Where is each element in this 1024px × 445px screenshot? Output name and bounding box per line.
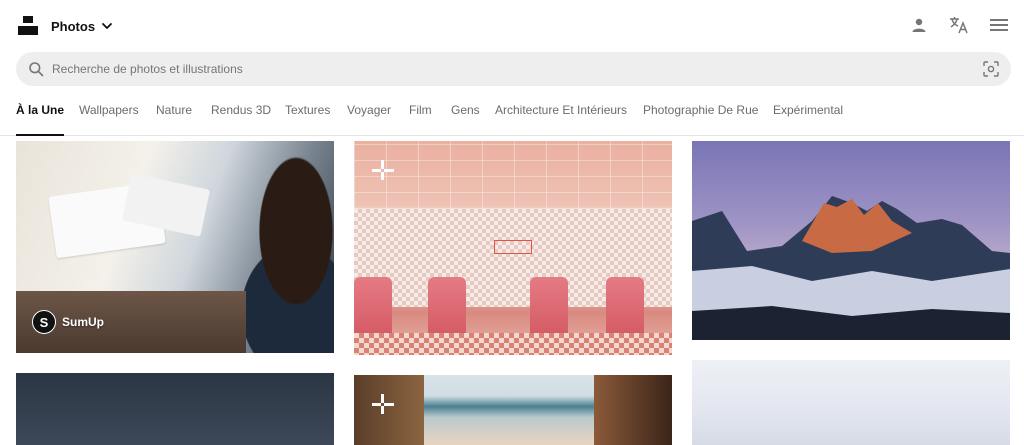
tab-a-la-une[interactable]: À la Une xyxy=(16,96,65,136)
mountain-image xyxy=(692,196,1010,340)
section-dropdown-label: Photos xyxy=(51,18,96,34)
tab-wallpapers[interactable]: Wallpapers xyxy=(79,96,139,136)
photo-card[interactable] xyxy=(692,141,1010,340)
tab-nature[interactable]: Nature xyxy=(156,96,192,136)
search-input[interactable] xyxy=(52,52,952,86)
photo-card[interactable] xyxy=(692,360,1010,445)
photo-card[interactable]: S SumUp xyxy=(16,141,334,353)
tab-experimental[interactable]: Expérimental xyxy=(773,96,843,136)
menu-icon[interactable] xyxy=(988,14,1010,36)
visual-search-icon[interactable] xyxy=(983,61,999,77)
tab-textures[interactable]: Textures xyxy=(285,96,330,136)
tab-film[interactable]: Film xyxy=(409,96,432,136)
section-dropdown[interactable]: Photos xyxy=(51,15,113,37)
tab-photographie-de-rue[interactable]: Photographie De Rue xyxy=(643,96,758,136)
search-icon[interactable] xyxy=(28,61,44,77)
tab-gens[interactable]: Gens xyxy=(451,96,480,136)
sponsor-avatar: S xyxy=(32,310,56,334)
chevron-down-icon xyxy=(102,23,112,29)
unsplash-plus-icon xyxy=(372,160,394,182)
sponsor-name: SumUp xyxy=(62,315,104,329)
top-actions xyxy=(908,14,1010,36)
tab-voyager[interactable]: Voyager xyxy=(347,96,391,136)
photo-card[interactable] xyxy=(16,373,334,445)
neon-sign xyxy=(494,240,532,254)
top-bar: Photos xyxy=(0,0,1024,52)
tab-rendus-3d[interactable]: Rendus 3D xyxy=(211,96,271,136)
unsplash-plus-icon xyxy=(372,394,394,416)
category-tabs: À la Une Wallpapers Nature Rendus 3D Tex… xyxy=(0,96,1024,136)
unsplash-logo-icon[interactable] xyxy=(18,16,38,35)
user-icon[interactable] xyxy=(908,14,930,36)
photo-card[interactable] xyxy=(354,141,672,355)
tab-architecture[interactable]: Architecture Et Intérieurs xyxy=(495,96,627,136)
photo-card[interactable] xyxy=(354,375,672,445)
translate-icon[interactable] xyxy=(948,14,970,36)
sponsor-badge[interactable]: S SumUp xyxy=(32,310,104,334)
search-bar xyxy=(16,52,1011,86)
